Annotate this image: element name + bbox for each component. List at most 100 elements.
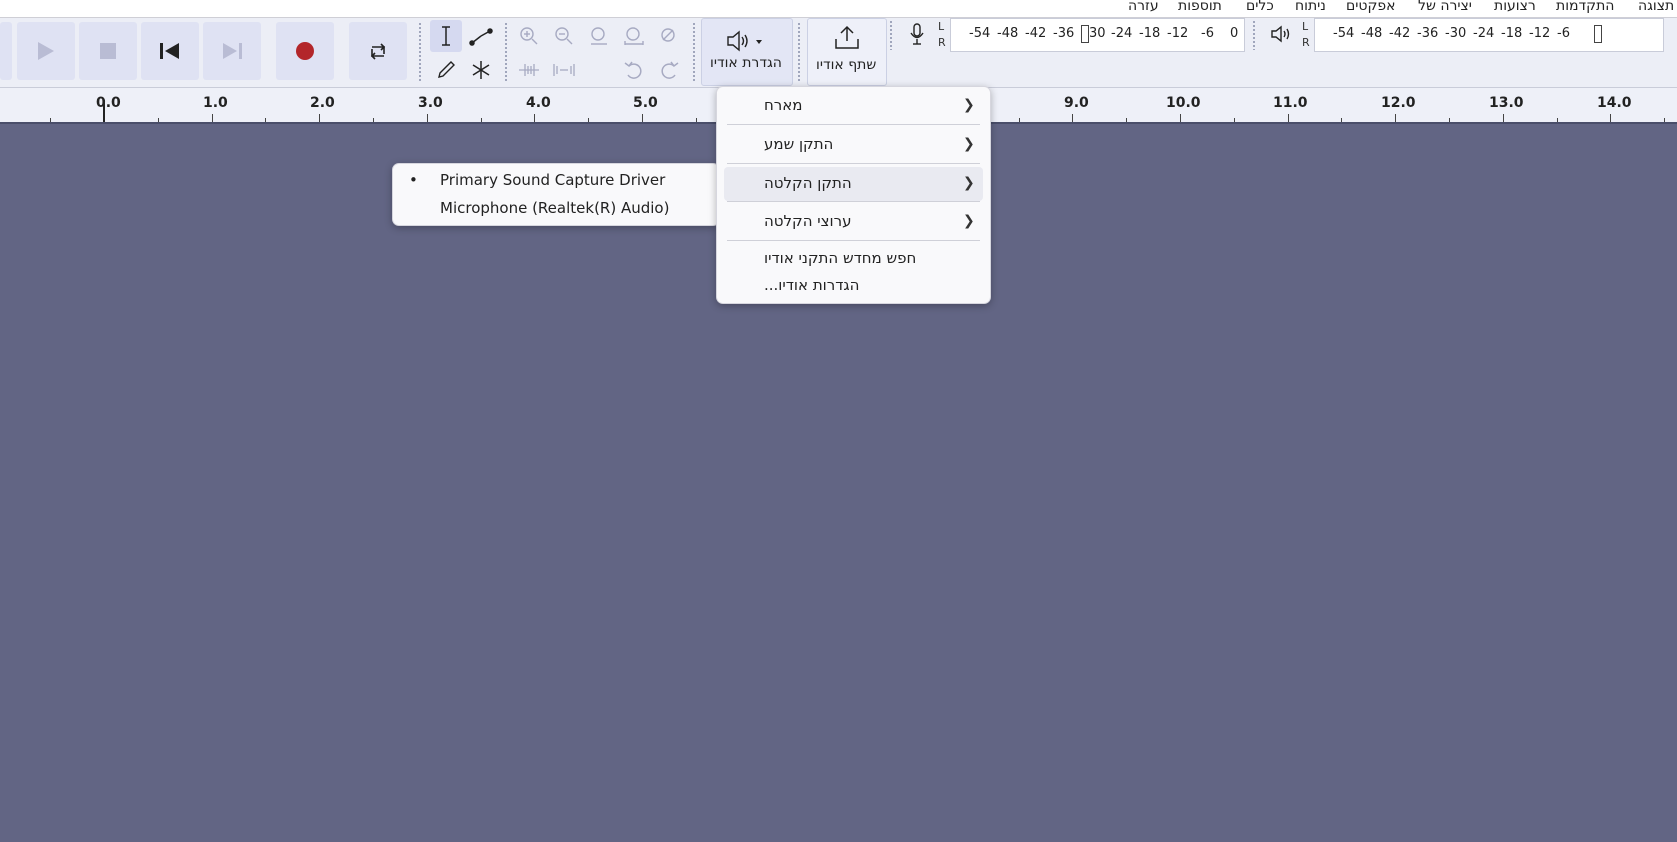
pencil-icon: [438, 61, 455, 78]
menu-divider: [727, 240, 980, 241]
left-channel-label: L: [1302, 20, 1309, 33]
toolbar-grip[interactable]: [889, 20, 893, 50]
meter-tick: -54: [1333, 26, 1355, 41]
ruler-tick: [427, 114, 428, 122]
zoom-toggle-icon: [661, 28, 675, 42]
menu-item-audio-settings[interactable]: הגדרות אודיו...: [717, 272, 990, 299]
redo-button[interactable]: [653, 54, 685, 86]
loop-icon: [370, 43, 386, 60]
ruler-tick: [319, 114, 320, 122]
play-button[interactable]: [17, 22, 75, 80]
ruler-label: 11.0: [1273, 95, 1308, 111]
menu-item-recording-channels[interactable]: ערוצי הקלטה ❯: [717, 206, 990, 239]
record-meter-slider-thumb[interactable]: [1081, 25, 1089, 43]
meter-tick: -18: [1501, 26, 1523, 41]
menu-item-rescan-devices[interactable]: חפש מחדש התקני אודיו: [717, 245, 990, 272]
draw-tool-button[interactable]: [430, 54, 462, 86]
ruler-label: 3.0: [418, 95, 443, 111]
playback-meter-slider-thumb[interactable]: [1594, 25, 1602, 43]
ruler-label: 9.0: [1064, 95, 1089, 111]
speaker-dropdown-icon: [727, 30, 762, 52]
fit-selection-button[interactable]: [583, 20, 615, 52]
fit-project-button[interactable]: [618, 20, 650, 52]
stop-button[interactable]: [79, 22, 137, 80]
submenu-item-microphone-realtek[interactable]: Microphone (Realtek(R) Audio): [393, 195, 719, 222]
record-meter[interactable]: -54 -48 -42 -36 30 -24 -18 -12 -6 0: [950, 18, 1245, 52]
ruler-label: 2.0: [310, 95, 335, 111]
ruler-tick: [373, 118, 374, 122]
menu-extras[interactable]: תוספות: [1178, 0, 1222, 15]
record-meter-button[interactable]: [901, 18, 933, 50]
zoom-out-button[interactable]: [548, 20, 580, 52]
ruler-tick: [588, 118, 589, 122]
trim-audio-icon: [519, 64, 539, 76]
ruler-label: 4.0: [526, 95, 551, 111]
chevron-right-icon: ❯: [963, 175, 975, 191]
meter-tick: 0: [1230, 26, 1239, 41]
left-channel-label: L: [938, 20, 945, 33]
meter-tick: -6: [1557, 26, 1570, 41]
toolbar-grip[interactable]: [504, 22, 508, 82]
ruler-tick: [1503, 114, 1504, 122]
submenu-item-primary-sound-capture-driver[interactable]: • Primary Sound Capture Driver: [393, 167, 719, 194]
ruler-tick: [1557, 118, 1558, 122]
zoom-toggle-button[interactable]: [653, 20, 685, 52]
menu-progress[interactable]: התקדמות: [1556, 0, 1614, 15]
meter-tick: -48: [997, 26, 1019, 41]
speaker-icon: [1271, 25, 1290, 43]
zoom-out-icon: [555, 27, 573, 45]
toolbar-grip[interactable]: [692, 22, 696, 82]
share-audio-button[interactable]: שתף אודיו: [807, 18, 887, 86]
ruler-label: 14.0: [1597, 95, 1632, 111]
share-upload-icon: [835, 25, 859, 49]
toolbar: הגדרת אודיו שתף אודיו L R -54 -48 -42 -3…: [0, 18, 1677, 88]
record-meter-lr: L R: [938, 19, 946, 51]
menu-tools[interactable]: כלים: [1246, 0, 1274, 15]
menu-item-host[interactable]: מארח ❯: [717, 90, 990, 123]
menu-item-playback-device[interactable]: התקן שמע ❯: [717, 129, 990, 162]
playback-meter-button[interactable]: [1266, 18, 1298, 50]
zoom-in-icon: [520, 27, 538, 45]
selected-bullet: •: [409, 171, 418, 189]
undo-button[interactable]: [618, 54, 650, 86]
audio-setup-button[interactable]: הגדרת אודיו: [701, 18, 793, 86]
envelope-tool-button[interactable]: [465, 20, 497, 52]
menu-effects[interactable]: אפקטים: [1346, 0, 1396, 15]
menu-item-recording-device[interactable]: התקן הקלטה ❯: [724, 167, 983, 201]
toolbar-grip[interactable]: [418, 22, 422, 82]
meter-tick: -42: [1025, 26, 1047, 41]
zoom-in-button[interactable]: [513, 20, 545, 52]
zoom-fit-project-icon: [624, 27, 644, 45]
menu-item-label: מארח: [764, 96, 803, 114]
ruler-tick: [158, 118, 159, 122]
skip-to-start-button[interactable]: [141, 22, 199, 80]
selection-tool-button[interactable]: [430, 20, 462, 52]
toolbar-grip[interactable]: [1252, 20, 1256, 50]
record-button[interactable]: [276, 22, 334, 80]
ruler-tick: [1341, 118, 1342, 122]
menu-item-label: התקן שמע: [764, 135, 834, 153]
loop-button[interactable]: [349, 22, 407, 80]
menu-help[interactable]: עזרה: [1128, 0, 1159, 15]
menu-tracks[interactable]: רצועות: [1494, 0, 1536, 15]
playback-meter[interactable]: -54 -48 -42 -36 -30 -24 -18 -12 -6: [1314, 18, 1664, 52]
meter-tick: -54: [969, 26, 991, 41]
zoom-fit-selection-icon: [591, 27, 607, 45]
playhead-marker[interactable]: [103, 100, 105, 122]
menu-analyze[interactable]: ניתוח: [1295, 0, 1326, 15]
toolbar-grip[interactable]: [797, 22, 801, 82]
menu-item-label: הגדרות אודיו...: [764, 276, 860, 294]
cursor-ibeam-icon: [442, 26, 450, 46]
ruler-tick: [1072, 114, 1073, 122]
silence-button[interactable]: [548, 54, 580, 86]
menu-view[interactable]: תצוגה: [1638, 0, 1674, 15]
undo-icon: [624, 61, 642, 79]
multi-tool-button[interactable]: [465, 54, 497, 86]
ruler-label: 13.0: [1489, 95, 1524, 111]
menu-generate[interactable]: יצירה של: [1418, 0, 1472, 15]
ruler-tick: [212, 114, 213, 122]
skip-to-end-button[interactable]: [203, 22, 261, 80]
menu-item-label: חפש מחדש התקני אודיו: [764, 249, 917, 267]
trim-button[interactable]: [513, 54, 545, 86]
ruler-tick: [1019, 118, 1020, 122]
